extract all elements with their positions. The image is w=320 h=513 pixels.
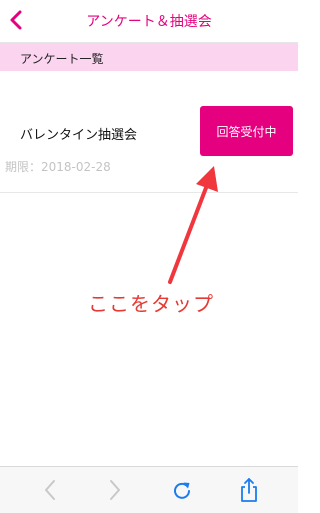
survey-title: バレンタイン抽選会 <box>20 128 138 143</box>
survey-list-item: バレンタイン抽選会 期限：2018-02-28 回答受付中 <box>0 72 298 193</box>
browser-back-button[interactable] <box>35 475 65 505</box>
browser-forward-button[interactable] <box>100 475 130 505</box>
app-header: アンケート＆抽選会 <box>0 0 298 43</box>
survey-period: 期限：2018-02-28 <box>5 160 111 174</box>
page-title: アンケート＆抽選会 <box>86 14 212 30</box>
browser-reload-button[interactable] <box>167 475 197 505</box>
answer-status-button[interactable]: 回答受付中 <box>200 106 293 156</box>
forward-arrow-icon <box>110 480 120 500</box>
section-label: アンケート一覧 <box>20 52 104 66</box>
tap-here-annotation: ここをタップ <box>88 292 214 316</box>
reload-icon <box>174 482 190 499</box>
share-icon <box>241 478 257 502</box>
back-arrow-icon <box>45 480 55 500</box>
section-header: アンケート一覧 <box>0 43 298 71</box>
browser-toolbar <box>0 466 298 513</box>
browser-share-button[interactable] <box>234 475 264 505</box>
